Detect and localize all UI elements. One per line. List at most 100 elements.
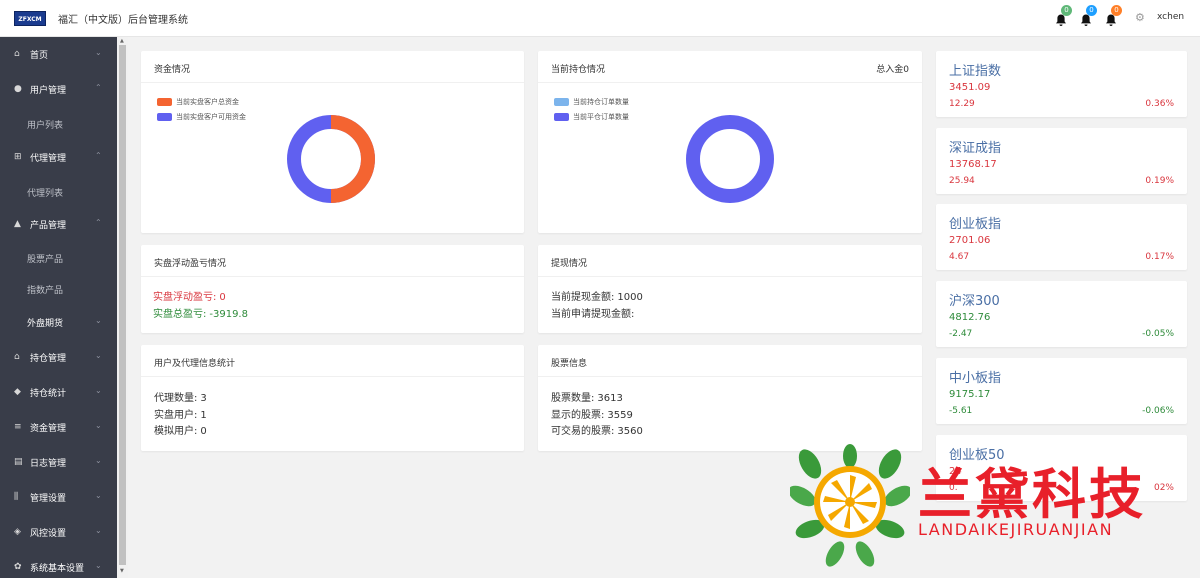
sidebar-item-label: 代理列表 [27, 189, 64, 199]
notification-bell-3[interactable]: 0 [1105, 5, 1122, 26]
brand-logo[interactable]: ZFXCM [14, 11, 46, 26]
stock-count-label: 股票数量: [551, 393, 595, 404]
legend-label: 当前平仓订单数量 [573, 113, 629, 121]
product-icon: ▲ [14, 219, 21, 229]
scroll-up-arrow-icon[interactable]: ▲ [120, 38, 124, 44]
withdraw-pending-row: 当前申请提现金额: [551, 305, 637, 320]
index-change: -2.47 [949, 329, 973, 339]
index-change: -5.61 [949, 406, 973, 416]
shown-stocks-label: 显示的股票: [551, 410, 605, 421]
legend-swatch [554, 113, 569, 121]
withdraw-card: 提现情况 当前提现金额: 1000 当前申请提现金额: [538, 245, 922, 333]
sidebar-item-risk-settings[interactable]: ◈ 风控设置 ⌄ [0, 515, 117, 550]
chevron-up-icon: ⌃ [95, 218, 102, 227]
sidebar-item-user-list[interactable]: 用户列表 [0, 107, 117, 140]
sidebar-item-label: 指数产品 [27, 286, 64, 296]
sidebar-item-position-stats[interactable]: ◆ 持仓统计 ⌄ [0, 375, 117, 410]
index-card-chinext[interactable]: 创业板指 2701.06 4.67 0.17% [936, 204, 1187, 270]
index-card-shenzhen[interactable]: 深证成指 13768.17 25.94 0.19% [936, 128, 1187, 194]
sliders-icon: ⫼ [14, 492, 19, 502]
cube-icon: ◆ [14, 387, 21, 397]
index-change-percent: -0.05% [1142, 329, 1174, 339]
donut-segment-closed[interactable] [686, 115, 774, 203]
total-deposit-text: 总入金0 [876, 65, 909, 75]
chevron-down-icon: ⌄ [95, 526, 102, 535]
card-title: 资金情况 [154, 65, 191, 75]
notification-bell-2[interactable]: 0 [1080, 5, 1097, 26]
index-change-percent: 0.36% [1145, 99, 1174, 109]
tradable-stocks-value: 3560 [617, 426, 643, 437]
watermark-overlay: 兰黛科技 LANDAIKEJIRUANJIAN [790, 444, 1190, 574]
chevron-down-icon: ⌄ [95, 48, 102, 57]
index-name: 上证指数 [949, 64, 1002, 79]
sidebar-scrollbar[interactable]: ▲ ▼ [117, 37, 128, 578]
index-price: 3451.09 [949, 82, 991, 93]
sidebar-item-label: 日志管理 [30, 459, 67, 469]
sidebar-item-label: 首页 [30, 51, 49, 61]
positions-card: 当前持仓情况 总入金0 当前持仓订单数量 当前平仓订单数量 [538, 51, 922, 233]
withdraw-pending-label: 当前申请提现金额: [551, 309, 635, 320]
top-header: ZFXCM 福汇（中文版）后台管理系统 0 0 0 ⚙ xchen [0, 0, 1200, 37]
index-card-sme[interactable]: 中小板指 9175.17 -5.61 -0.06% [936, 358, 1187, 424]
floating-pnl-card: 实盘浮动盈亏情况 实盘浮动盈亏: 0 实盘总盈亏: -3919.8 [141, 245, 524, 333]
real-users-row: 实盘用户: 1 [154, 406, 207, 421]
card-title: 股票信息 [551, 359, 588, 369]
index-price: 4812.76 [949, 312, 991, 323]
agent-count-value: 3 [200, 393, 207, 404]
sidebar-item-foreign-futures[interactable]: 外盘期货 ⌄ [0, 305, 117, 340]
real-users-label: 实盘用户: [154, 410, 198, 421]
shown-stocks-row: 显示的股票: 3559 [551, 406, 633, 421]
real-users-value: 1 [200, 410, 207, 421]
chevron-up-icon: ⌃ [95, 151, 102, 160]
sidebar-item-system-settings[interactable]: ✿ 系统基本设置 ⌄ [0, 550, 117, 578]
sidebar-item-label: 系统基本设置 [30, 564, 85, 574]
sidebar-item-index-products[interactable]: 指数产品 [0, 272, 117, 305]
legend-label: 当前实盘客户可用资金 [176, 113, 246, 121]
card-header: 资金情况 [141, 51, 524, 83]
house-icon: ⌂ [14, 352, 20, 362]
card-title: 当前持仓情况 [551, 65, 606, 75]
sidebar-item-position-management[interactable]: ⌂ 持仓管理 ⌄ [0, 340, 117, 375]
username[interactable]: xchen [1157, 12, 1184, 22]
sidebar-item-user-management[interactable]: ● 用户管理 ⌃ [0, 72, 117, 107]
sidebar-item-fund-management[interactable]: ≡ 资金管理 ⌄ [0, 410, 117, 445]
legend-swatch [157, 98, 172, 106]
chevron-down-icon: ⌄ [95, 386, 102, 395]
index-change-percent: 0.17% [1145, 252, 1174, 262]
index-change-percent: -0.06% [1142, 406, 1174, 416]
sidebar-item-label: 股票产品 [27, 255, 64, 265]
sidebar-item-label: 持仓统计 [30, 389, 67, 399]
sidebar-item-admin-settings[interactable]: ⫼ 管理设置 ⌄ [0, 480, 117, 515]
sim-users-value: 0 [200, 426, 207, 437]
notification-bell-1[interactable]: 0 [1055, 5, 1072, 26]
users-card: 用户及代理信息统计 代理数量: 3 实盘用户: 1 模拟用户: 0 [141, 345, 524, 451]
scrollbar-thumb[interactable] [119, 45, 126, 565]
sidebar-item-label: 风控设置 [30, 529, 67, 539]
card-title: 实盘浮动盈亏情况 [154, 259, 227, 269]
chevron-down-icon: ⌄ [95, 561, 102, 570]
index-name: 中小板指 [949, 371, 1002, 386]
sidebar-item-stock-products[interactable]: 股票产品 [0, 241, 117, 274]
sidebar-item-log-management[interactable]: ▤ 日志管理 ⌄ [0, 445, 117, 480]
app-title: 福汇（中文版）后台管理系统 [58, 15, 188, 26]
org-icon: ⊞ [14, 152, 22, 162]
index-card-csi300[interactable]: 沪深300 4812.76 -2.47 -0.05% [936, 281, 1187, 347]
sidebar-item-label: 持仓管理 [30, 354, 67, 364]
index-card-shanghai[interactable]: 上证指数 3451.09 12.29 0.36% [936, 51, 1187, 117]
sidebar-item-agent-list[interactable]: 代理列表 [0, 175, 117, 208]
notification-count-badge: 0 [1086, 5, 1097, 16]
gear-icon[interactable]: ⚙ [1135, 11, 1145, 24]
positions-donut-chart [686, 115, 774, 203]
scroll-down-arrow-icon[interactable]: ▼ [120, 568, 124, 574]
withdraw-amount-label: 当前提现金额: [551, 292, 615, 303]
stocks-card: 股票信息 股票数量: 3613 显示的股票: 3559 可交易的股票: 3560 [538, 345, 922, 451]
withdraw-amount-value: 1000 [617, 292, 643, 303]
sidebar-item-product-management[interactable]: ▲ 产品管理 ⌃ [0, 207, 117, 242]
sidebar-item-home[interactable]: ⌂ 首页 ⌄ [0, 37, 117, 72]
cog-icon: ✿ [14, 562, 22, 572]
donut-segment-total[interactable] [330, 115, 375, 203]
sidebar-item-agent-management[interactable]: ⊞ 代理管理 ⌃ [0, 140, 117, 175]
sidebar-item-label: 用户管理 [30, 86, 67, 96]
sidebar-item-label: 用户列表 [27, 121, 64, 131]
home-icon: ⌂ [14, 49, 20, 59]
